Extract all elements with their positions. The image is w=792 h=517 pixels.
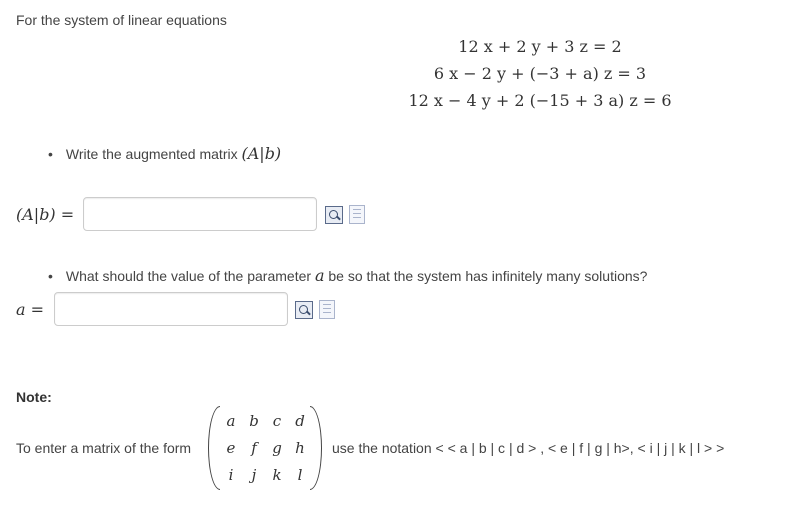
- part2-prompt-before: What should the value of the parameter: [65, 268, 312, 284]
- part2-prompt-after: be so that the system has infinitely man…: [328, 268, 648, 284]
- note-text-after: use the notation < < a | b | c | d > , <…: [332, 440, 725, 456]
- matrix-cell: h: [295, 439, 305, 457]
- parameter-a-input[interactable]: [54, 292, 288, 326]
- part2-label: a =: [16, 300, 45, 319]
- left-parenthesis: [208, 406, 220, 490]
- part2-prompt: • What should the value of the parameter…: [48, 266, 647, 285]
- part2-prompt-math: a: [314, 266, 325, 285]
- help-icon[interactable]: [319, 300, 335, 319]
- preview-icon[interactable]: [295, 301, 313, 319]
- matrix-cell: k: [272, 466, 282, 484]
- right-parenthesis: [310, 406, 322, 490]
- matrix-cell: l: [297, 466, 303, 484]
- equation-2: 6 x − 2 y + (−3 + a) z = 3: [433, 64, 647, 83]
- part1-prompt: • Write the augmented matrix (A|b): [48, 144, 281, 163]
- augmented-matrix-input[interactable]: [83, 197, 317, 231]
- bullet: •: [48, 268, 53, 284]
- matrix-cell: a: [226, 412, 236, 430]
- help-icon[interactable]: [349, 205, 365, 224]
- bullet: •: [48, 146, 53, 162]
- matrix-cell: d: [295, 412, 305, 430]
- equation-1: 12 x + 2 y + 3 z = 2: [458, 37, 622, 56]
- note-heading: Note:: [16, 389, 52, 405]
- equation-3: 12 x − 4 y + 2 (−15 + 3 a) z = 6: [408, 91, 672, 110]
- part1-prompt-math: (A|b): [241, 144, 282, 163]
- part1-label: (A|b) =: [16, 205, 75, 224]
- note-text-before: To enter a matrix of the form: [16, 440, 192, 456]
- matrix-cell: g: [272, 439, 282, 457]
- matrix-cell: f: [251, 439, 257, 457]
- preview-icon[interactable]: [325, 206, 343, 224]
- matrix-cell: i: [228, 466, 234, 484]
- example-matrix: a b c d e f g h i j k l: [206, 406, 324, 490]
- part1-prompt-text: Write the augmented matrix: [65, 146, 238, 162]
- matrix-cell: b: [249, 412, 259, 430]
- intro-text: For the system of linear equations: [16, 12, 227, 28]
- matrix-cell: j: [251, 466, 257, 484]
- matrix-cell: c: [272, 412, 282, 430]
- matrix-cell: e: [226, 439, 236, 457]
